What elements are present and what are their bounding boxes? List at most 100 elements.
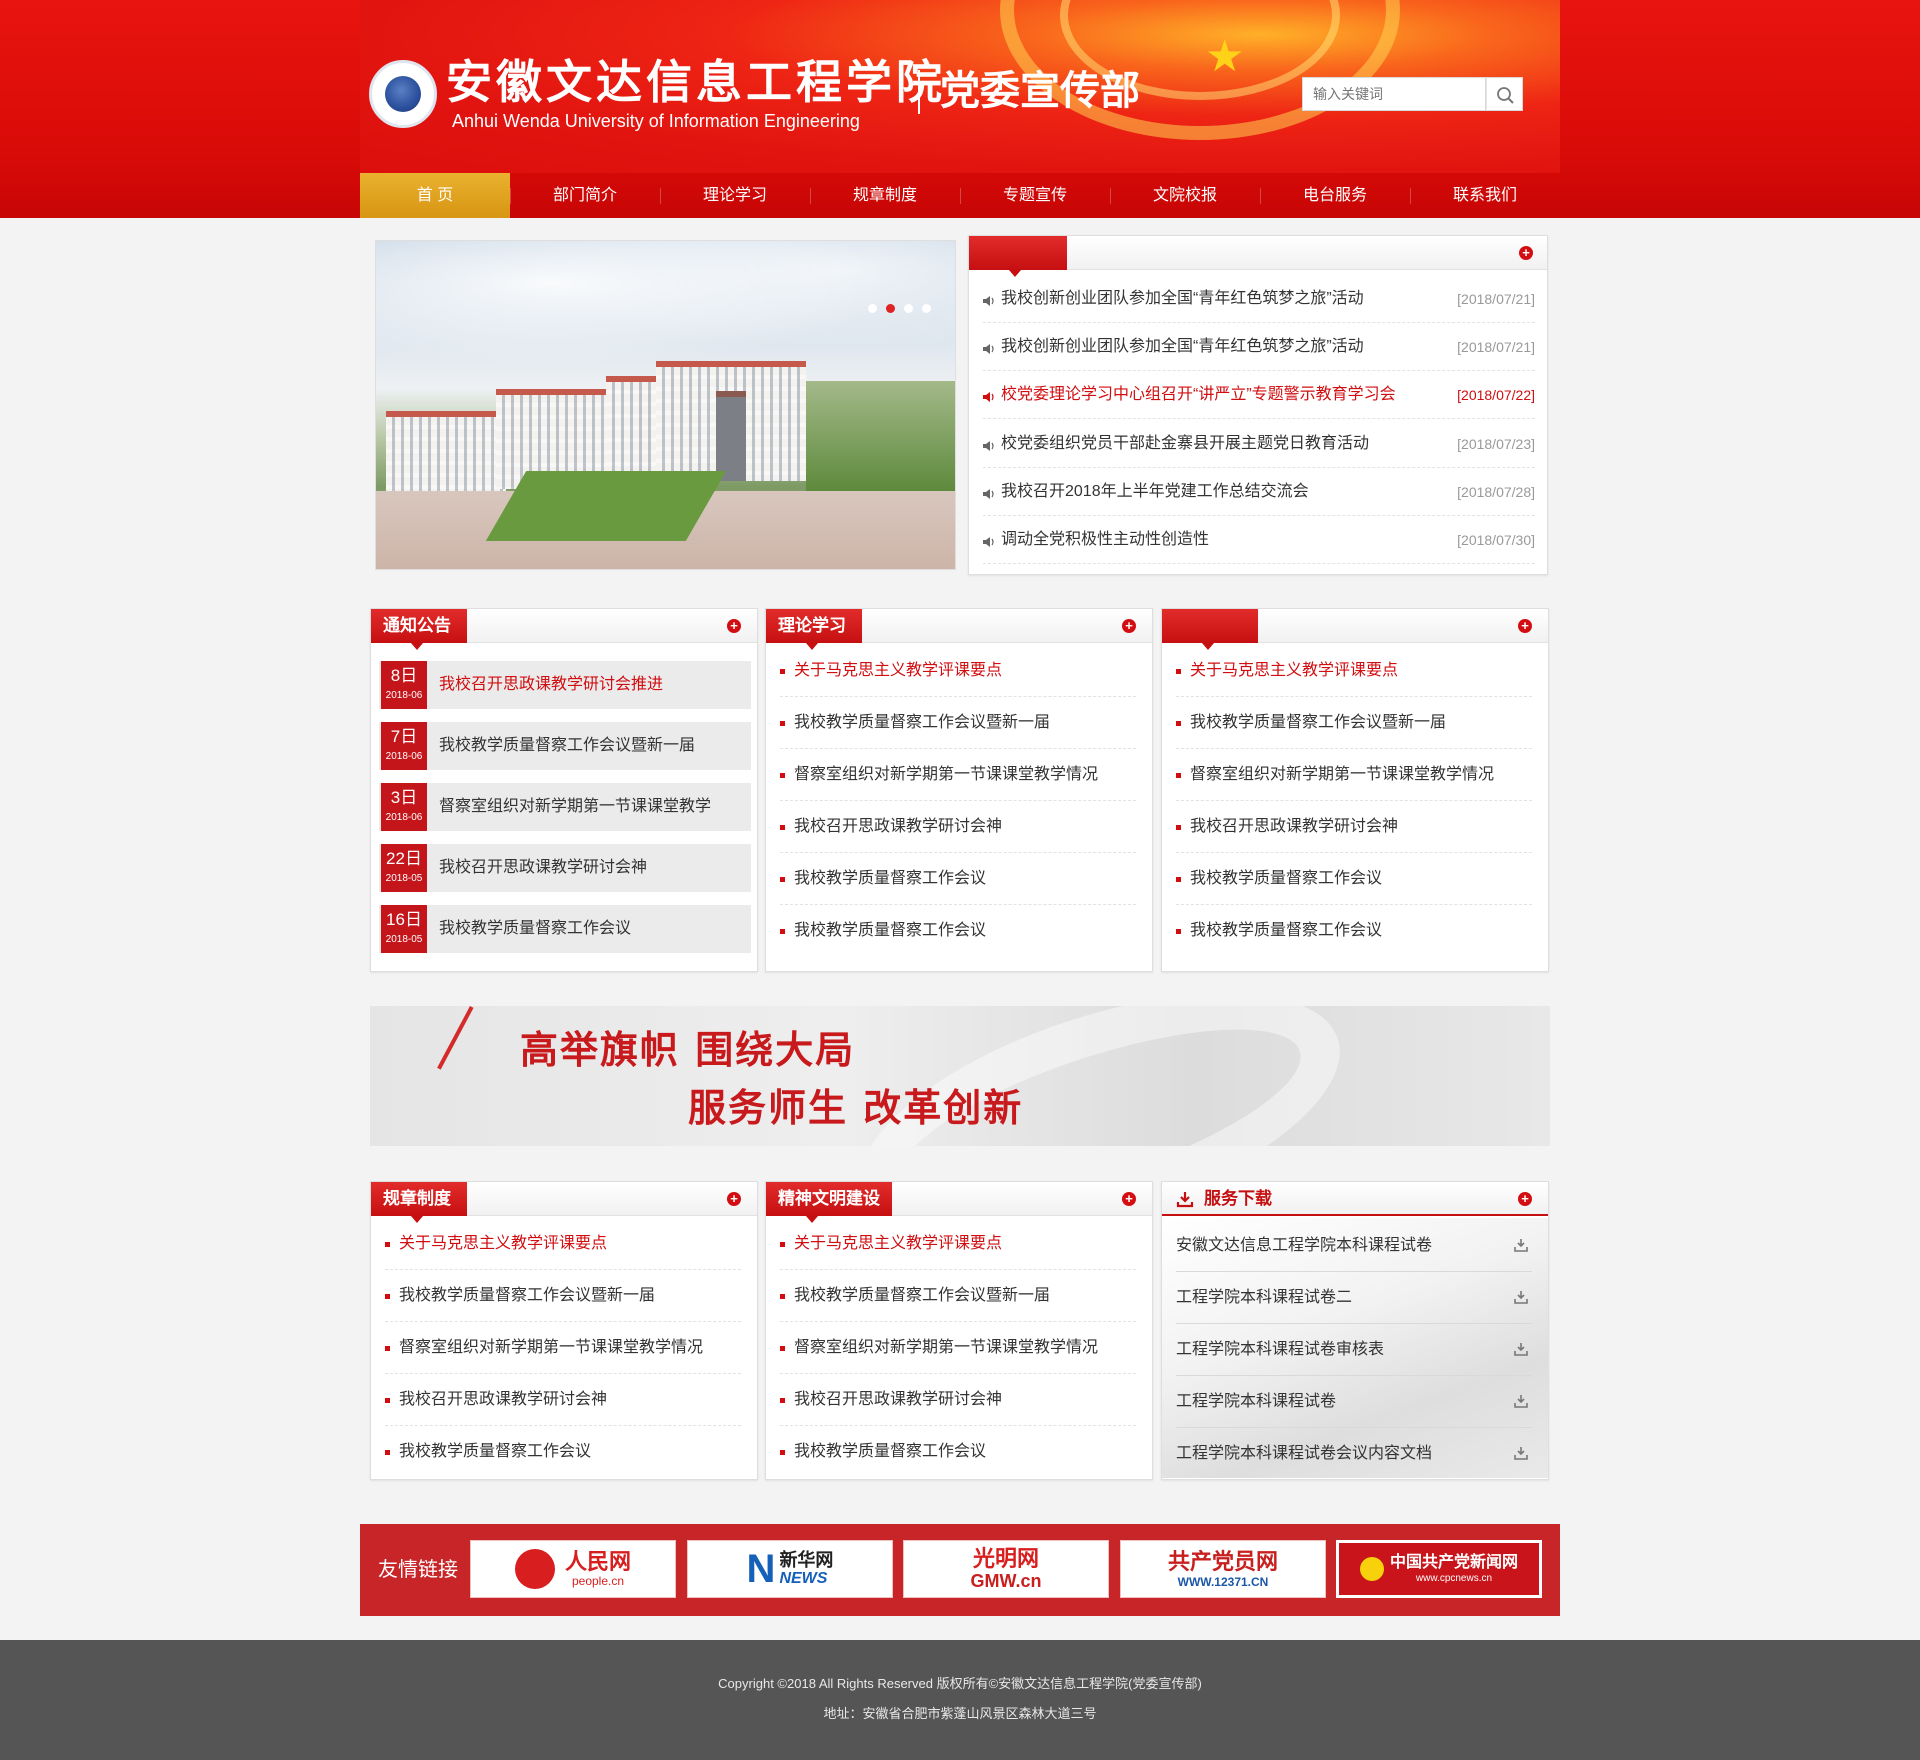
list-item[interactable]: 我校教学质量督察工作会议 [780, 1426, 1136, 1478]
news-title[interactable]: 校党委组织党员干部赴金寨县开展主题党日教育活动 [1001, 420, 1369, 468]
list-item-title[interactable]: 我校教学质量督察工作会议暨新一届 [794, 1270, 1050, 1322]
list-item[interactable]: 我校召开思政课教学研讨会神 [1176, 801, 1532, 853]
nav-item-5[interactable]: 文院校报 [1110, 173, 1260, 218]
more-plus-icon[interactable]: + [1122, 1192, 1136, 1206]
list-item-title[interactable]: 关于马克思主义教学评课要点 [794, 645, 1002, 697]
list-item[interactable]: 我校教学质量督察工作会议暨新一届 [1176, 697, 1532, 749]
download-item[interactable]: 工程学院本科课程试卷会议内容文档 [1176, 1428, 1532, 1480]
nav-item-1[interactable]: 部门简介 [510, 173, 660, 218]
news-title[interactable]: 我校创新创业团队参加全国“青年红色筑梦之旅”活动 [1001, 323, 1364, 371]
notice-item[interactable]: 22日 2018-05 我校召开思政课教学研讨会神 [379, 844, 751, 892]
list-item-title[interactable]: 我校教学质量督察工作会议 [399, 1426, 591, 1478]
download-title[interactable]: 安徽文达信息工程学院本科课程试卷 [1176, 1220, 1432, 1272]
list-item[interactable]: 关于马克思主义教学评课要点 [780, 1218, 1136, 1270]
download-icon[interactable] [1514, 1394, 1528, 1408]
list-item[interactable]: 我校教学质量督察工作会议 [385, 1426, 741, 1478]
list-item[interactable]: 我校教学质量督察工作会议 [780, 853, 1136, 905]
download-title[interactable]: 工程学院本科课程试卷二 [1176, 1272, 1352, 1324]
slider-dot[interactable] [868, 304, 877, 313]
nav-item-4[interactable]: 专题宣传 [960, 173, 1110, 218]
list-item-title[interactable]: 我校召开思政课教学研讨会神 [399, 1374, 607, 1426]
list-item[interactable]: 关于马克思主义教学评课要点 [1176, 645, 1532, 697]
more-plus-icon[interactable]: + [1122, 619, 1136, 633]
notice-title[interactable]: 我校教学质量督察工作会议 [439, 905, 631, 953]
list-item-title[interactable]: 我校教学质量督察工作会议 [1190, 853, 1382, 905]
list-item[interactable]: 关于马克思主义教学评课要点 [385, 1218, 741, 1270]
list-item-title[interactable]: 关于马克思主义教学评课要点 [794, 1218, 1002, 1270]
download-icon[interactable] [1514, 1446, 1528, 1460]
notice-title[interactable]: 我校召开思政课教学研讨会神 [439, 844, 647, 892]
list-item[interactable]: 我校教学质量督察工作会议暨新一届 [385, 1270, 741, 1322]
more-plus-icon[interactable]: + [1519, 246, 1533, 260]
list-item[interactable]: 督察室组织对新学期第一节课课堂教学情况 [385, 1322, 741, 1374]
notice-item[interactable]: 3日 2018-06 督察室组织对新学期第一节课课堂教学 [379, 783, 751, 831]
nav-item-6[interactable]: 电台服务 [1260, 173, 1410, 218]
download-item[interactable]: 工程学院本科课程试卷 [1176, 1376, 1532, 1428]
more-plus-icon[interactable]: + [1518, 1192, 1532, 1206]
list-item-title[interactable]: 督察室组织对新学期第一节课课堂教学情况 [1190, 749, 1494, 801]
link-12371[interactable]: 共产党员网 WWW.12371.CN [1120, 1540, 1326, 1598]
more-plus-icon[interactable]: + [727, 1192, 741, 1206]
slider-dot-active[interactable] [886, 304, 895, 313]
list-item-title[interactable]: 我校教学质量督察工作会议暨新一届 [399, 1270, 655, 1322]
download-item[interactable]: 安徽文达信息工程学院本科课程试卷 [1176, 1220, 1532, 1272]
list-item-title[interactable]: 我校教学质量督察工作会议 [794, 905, 986, 957]
news-title[interactable]: 我校创新创业团队参加全国“青年红色筑梦之旅”活动 [1001, 275, 1364, 323]
link-guangming[interactable]: 光明网 GMW.cn [903, 1540, 1109, 1598]
list-item-title[interactable]: 督察室组织对新学期第一节课课堂教学情况 [399, 1322, 703, 1374]
list-item-title[interactable]: 督察室组织对新学期第一节课课堂教学情况 [794, 1322, 1098, 1374]
list-item[interactable]: 我校教学质量督察工作会议 [780, 905, 1136, 957]
search-input[interactable] [1302, 77, 1486, 111]
news-item[interactable]: 我校创新创业团队参加全国“青年红色筑梦之旅”活动 [2018/07/21] [983, 275, 1535, 323]
link-xinhua[interactable]: N 新华网 NEWS [687, 1540, 893, 1598]
list-item[interactable]: 督察室组织对新学期第一节课课堂教学情况 [780, 1322, 1136, 1374]
news-title[interactable]: 调动全党积极性主动性创造性 [1001, 516, 1209, 564]
list-item[interactable]: 我校教学质量督察工作会议暨新一届 [780, 697, 1136, 749]
college-logo[interactable] [369, 60, 437, 128]
download-item[interactable]: 工程学院本科课程试卷审核表 [1176, 1324, 1532, 1376]
list-item[interactable]: 我校教学质量督察工作会议 [1176, 905, 1532, 957]
download-title[interactable]: 工程学院本科课程试卷审核表 [1176, 1324, 1384, 1376]
list-item-title[interactable]: 我校召开思政课教学研讨会神 [794, 1374, 1002, 1426]
link-people-cn[interactable]: 人民网 people.cn [470, 1540, 676, 1598]
notice-title[interactable]: 我校召开思政课教学研讨会推进 [439, 661, 663, 709]
list-item[interactable]: 督察室组织对新学期第一节课课堂教学情况 [1176, 749, 1532, 801]
notice-title[interactable]: 督察室组织对新学期第一节课课堂教学 [439, 783, 711, 831]
search-button[interactable] [1486, 77, 1523, 111]
news-item[interactable]: 校党委组织党员干部赴金寨县开展主题党日教育活动 [2018/07/23] [983, 420, 1535, 468]
list-item[interactable]: 我校召开思政课教学研讨会神 [780, 801, 1136, 853]
nav-item-7[interactable]: 联系我们 [1410, 173, 1560, 218]
list-item-title[interactable]: 我校教学质量督察工作会议 [1190, 905, 1382, 957]
list-item-title[interactable]: 我校教学质量督察工作会议 [794, 853, 986, 905]
list-item[interactable]: 我校召开思政课教学研讨会神 [385, 1374, 741, 1426]
list-item-title[interactable]: 我校召开思政课教学研讨会神 [794, 801, 1002, 853]
nav-item-3[interactable]: 规章制度 [810, 173, 960, 218]
list-item[interactable]: 关于马克思主义教学评课要点 [780, 645, 1136, 697]
news-item[interactable]: 我校创新创业团队参加全国“青年红色筑梦之旅”活动 [2018/07/21] [983, 323, 1535, 372]
news-title[interactable]: 我校召开2018年上半年党建工作总结交流会 [1001, 468, 1309, 516]
slider-dot[interactable] [922, 304, 931, 313]
download-title[interactable]: 工程学院本科课程试卷 [1176, 1376, 1336, 1428]
news-item[interactable]: 校党委理论学习中心组召开“讲严立”专题警示教育学习会 [2018/07/22] [983, 371, 1535, 420]
list-item[interactable]: 督察室组织对新学期第一节课课堂教学情况 [780, 749, 1136, 801]
more-plus-icon[interactable]: + [727, 619, 741, 633]
link-cpcnews[interactable]: 中国共产党新闻网 www.cpcnews.cn [1336, 1540, 1542, 1598]
notice-item[interactable]: 8日 2018-06 我校召开思政课教学研讨会推进 [379, 661, 751, 709]
list-item-title[interactable]: 我校教学质量督察工作会议暨新一届 [794, 697, 1050, 749]
notice-title[interactable]: 我校教学质量督察工作会议暨新一届 [439, 722, 695, 770]
nav-item-0[interactable]: 首 页 [360, 173, 510, 218]
slider-dot[interactable] [904, 304, 913, 313]
list-item[interactable]: 我校召开思政课教学研讨会神 [780, 1374, 1136, 1426]
list-item-title[interactable]: 我校教学质量督察工作会议暨新一届 [1190, 697, 1446, 749]
news-item[interactable]: 调动全党积极性主动性创造性 [2018/07/30] [983, 516, 1535, 564]
notice-item[interactable]: 7日 2018-06 我校教学质量督察工作会议暨新一届 [379, 722, 751, 770]
list-item-title[interactable]: 关于马克思主义教学评课要点 [1190, 645, 1398, 697]
news-item[interactable]: 我校召开2018年上半年党建工作总结交流会 [2018/07/28] [983, 468, 1535, 516]
download-icon[interactable] [1514, 1342, 1528, 1356]
notice-item[interactable]: 16日 2018-05 我校教学质量督察工作会议 [379, 905, 751, 953]
download-icon[interactable] [1514, 1290, 1528, 1304]
download-title[interactable]: 工程学院本科课程试卷会议内容文档 [1176, 1428, 1432, 1480]
list-item-title[interactable]: 关于马克思主义教学评课要点 [399, 1218, 607, 1270]
list-item[interactable]: 我校教学质量督察工作会议 [1176, 853, 1532, 905]
list-item-title[interactable]: 我校召开思政课教学研讨会神 [1190, 801, 1398, 853]
